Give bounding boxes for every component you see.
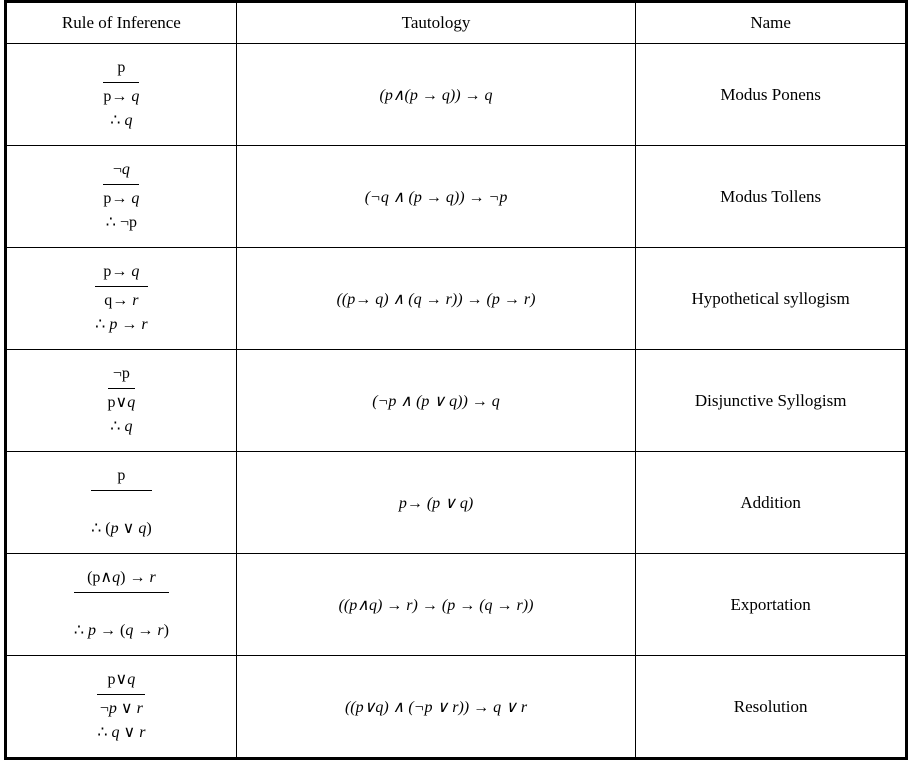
table-row-hyp-syllogism: p→ qq→ r∴ p → r((p→ q) ∧ (q → r)) → (p →… (7, 248, 906, 350)
tautology-cell-hyp-syllogism: ((p→ q) ∧ (q → r)) → (p → r) (236, 248, 635, 350)
tautology-cell-exportation: ((p∧q) → r) → (p → (q → r)) (236, 554, 635, 656)
name-cell-addition: Addition (636, 452, 906, 554)
col-header-name: Name (636, 3, 906, 44)
name-cell-modus-ponens: Modus Ponens (636, 44, 906, 146)
tautology-cell-modus-tollens: (¬q ∧ (p → q)) → ¬p (236, 146, 635, 248)
name-cell-modus-tollens: Modus Tollens (636, 146, 906, 248)
name-cell-resolution: Resolution (636, 656, 906, 758)
name-cell-exportation: Exportation (636, 554, 906, 656)
table-row-resolution: p∨q¬p ∨ r∴ q ∨ r((p∨q) ∧ (¬p ∨ r)) → q ∨… (7, 656, 906, 758)
rule-cell-disj-syllogism: ¬pp∨q∴ q (7, 350, 237, 452)
rule-cell-resolution: p∨q¬p ∨ r∴ q ∨ r (7, 656, 237, 758)
tautology-cell-resolution: ((p∨q) ∧ (¬p ∨ r)) → q ∨ r (236, 656, 635, 758)
name-cell-disj-syllogism: Disjunctive Syllogism (636, 350, 906, 452)
name-cell-hyp-syllogism: Hypothetical syllogism (636, 248, 906, 350)
table-row-modus-tollens: ¬qp→ q∴ ¬p(¬q ∧ (p → q)) → ¬pModus Tolle… (7, 146, 906, 248)
rule-cell-modus-tollens: ¬qp→ q∴ ¬p (7, 146, 237, 248)
col-header-rule: Rule of Inference (7, 3, 237, 44)
rule-cell-exportation: (p∧q) → r ∴ p → (q → r) (7, 554, 237, 656)
rule-cell-modus-ponens: pp→ q∴ q (7, 44, 237, 146)
inference-table: Rule of Inference Tautology Name pp→ q∴ … (6, 2, 906, 758)
table-row-addition: p ∴ (p ∨ q)p→ (p ∨ q)Addition (7, 452, 906, 554)
rule-cell-hyp-syllogism: p→ qq→ r∴ p → r (7, 248, 237, 350)
table-row-disj-syllogism: ¬pp∨q∴ q(¬p ∧ (p ∨ q)) → qDisjunctive Sy… (7, 350, 906, 452)
tautology-cell-disj-syllogism: (¬p ∧ (p ∨ q)) → q (236, 350, 635, 452)
tautology-cell-modus-ponens: (p∧(p → q)) → q (236, 44, 635, 146)
tautology-cell-addition: p→ (p ∨ q) (236, 452, 635, 554)
rule-cell-addition: p ∴ (p ∨ q) (7, 452, 237, 554)
col-header-tautology: Tautology (236, 3, 635, 44)
table-row-exportation: (p∧q) → r ∴ p → (q → r)((p∧q) → r) → (p … (7, 554, 906, 656)
main-table-container: Rule of Inference Tautology Name pp→ q∴ … (4, 0, 908, 760)
table-row-modus-ponens: pp→ q∴ q(p∧(p → q)) → qModus Ponens (7, 44, 906, 146)
